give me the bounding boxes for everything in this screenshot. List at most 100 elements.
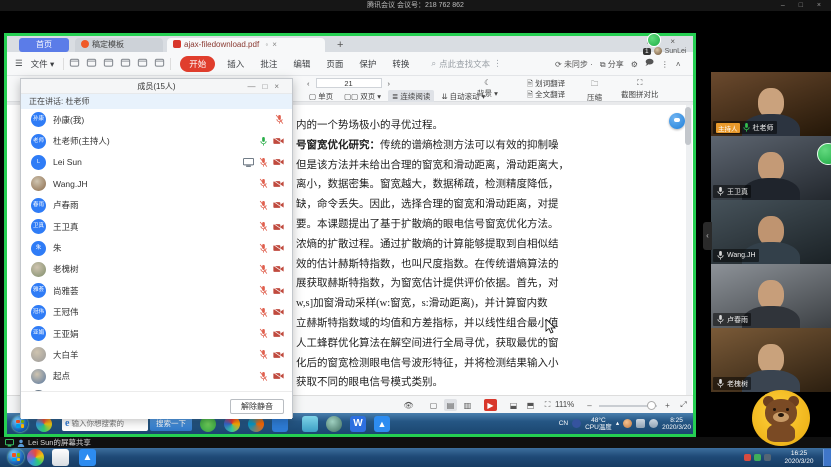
show-desktop-button[interactable] [823,449,831,466]
vip-badge-icon[interactable] [647,33,661,47]
member-row[interactable]: 雅荟 尚雅荟 [21,280,292,301]
panel-window-controls[interactable]: —□× [247,79,286,94]
account-chip[interactable]: 1 SunLei [643,47,686,55]
pdf-text-line: 号窗宽优化研究：传统的谱熵检测方法可以有效的抑制噪 [296,137,559,152]
collapse-toolbar-icon[interactable]: ˄ [676,60,681,69]
prev-page-icon[interactable]: ‹ [307,79,310,88]
continuous-layout-icon[interactable]: ▤ [444,399,457,411]
member-row[interactable]: 亚娟 王亚娟 [21,323,292,344]
folder-icon[interactable] [69,57,80,70]
redo-icon[interactable] [137,57,148,70]
volume-tray-icon[interactable] [649,419,658,428]
ime-indicator[interactable]: CN [559,420,568,427]
video-thumbnail[interactable]: 主持人 杜老师 [711,72,831,136]
tray-icon-gray[interactable] [764,454,771,461]
tab-close-icon[interactable]: × [272,40,277,49]
local-clock[interactable]: 16:252020/3/20 [776,450,822,465]
menu-protect[interactable]: 保护 [351,58,384,70]
refresh-icon[interactable] [154,57,165,70]
video-thumbnail[interactable]: 王卫真 [711,136,831,200]
member-row[interactable]: 冠伟 王冠伟 [21,302,292,323]
fullscreen-icon[interactable]: ⛶ [541,399,554,411]
page-number-input[interactable]: 21 [316,78,382,88]
fit-width-icon[interactable]: ⬓ [507,399,520,411]
local-start-button[interactable] [8,449,24,465]
comment-icon[interactable]: 🗩 [645,57,654,71]
meeting-window-controls[interactable]: – □ × [781,0,827,11]
network-tray-icon[interactable] [636,419,645,428]
compress-button[interactable]: 🗀压缩 [587,78,602,103]
member-row[interactable]: 老师 杜老师(主持人) [21,130,292,151]
new-tab-button[interactable]: + [331,38,349,52]
printer-icon[interactable] [103,57,114,70]
collapse-videos-handle[interactable]: ‹ [703,222,712,250]
assistant-float-button[interactable] [669,113,685,129]
zoom-out-icon[interactable]: – [583,399,596,411]
file-menu[interactable]: 文件 ▾ [27,58,59,70]
tab-pin-icon[interactable]: ◦ [265,40,268,49]
menu-page[interactable]: 页面 [318,58,351,70]
meeting-headset-app-icon[interactable] [326,416,342,432]
single-layout-icon[interactable]: ▢ [427,399,440,411]
tray-icon-green[interactable] [754,454,761,461]
tencent-meeting-taskbar-icon[interactable]: ▲ [79,449,96,466]
pdf-scrollbar-thumb[interactable] [685,107,691,145]
tab-active-pdf[interactable]: ajax-filedownload.pdf ◦× [167,38,325,52]
folder-app-icon[interactable] [302,416,318,432]
eye-protect-icon[interactable]: 👁 [402,399,415,411]
member-row[interactable]: 起点 [21,366,292,387]
expand-icon[interactable]: ⤢ [677,399,690,411]
zoom-in-icon[interactable]: + [661,399,674,411]
word-translate-button[interactable]: 🖹 划词翻译 [527,78,565,89]
tray-icon-blue[interactable] [572,419,581,428]
menu-convert[interactable]: 转换 [384,58,417,70]
member-row[interactable]: L Lei Sun [21,152,292,173]
zoom-slider-knob[interactable] [647,401,656,410]
pdf-scrollbar[interactable] [686,105,692,398]
tray-expand-icon[interactable]: ▴ [616,420,619,427]
member-row[interactable]: 朱 朱 [21,237,292,258]
tab-home[interactable]: 首页 [19,38,69,52]
double-layout-icon[interactable]: ▥ [461,399,474,411]
more-icon[interactable]: ⋮ [661,60,669,69]
snapshot-compare-button[interactable]: ⛶截图拼对比 [621,78,659,100]
unmute-button[interactable]: 解除静音 [230,399,284,414]
video-thumbnail[interactable]: 老槐树 [711,328,831,392]
window-app-icon[interactable] [52,449,69,466]
colorful-sphere-app-icon[interactable] [27,449,44,466]
play-slideshow-icon[interactable]: ▶ [484,399,497,411]
member-row[interactable]: 孙康 孙康(我) [21,109,292,130]
member-row[interactable]: 大白羊 [21,344,292,365]
save-icon[interactable] [86,57,97,70]
menu-insert[interactable]: 插入 [219,58,252,70]
tab-gaoding[interactable]: 稿定模板 [75,38,163,52]
member-row[interactable]: 卫真 王卫真 [21,216,292,237]
member-avatar [31,369,46,384]
start-tab[interactable]: 开始 [180,56,215,72]
fit-page-icon[interactable]: ⬒ [524,399,537,411]
pdf-text-line: 展获取赫斯特指数，为窗宽估计提供评价依据。首先，对 [296,275,559,290]
menu-annotate[interactable]: 批注 [252,58,285,70]
video-thumbnail[interactable]: 卢春雨 [711,264,831,328]
find-text-button[interactable]: ⌕ 点此查找文本 ⋮ [431,58,501,70]
video-thumbnail[interactable]: Wang.JH [711,200,831,264]
search-input[interactable] [71,419,141,428]
hamburger-icon[interactable]: ☰ [11,58,27,69]
member-row[interactable]: 老槐树 [21,259,292,280]
member-row[interactable]: 春雨 卢春雨 [21,195,292,216]
share-button[interactable]: ⧉ 分享 [600,59,624,70]
undo-icon[interactable] [120,57,131,70]
tray-icon-red[interactable] [744,454,751,461]
menu-edit[interactable]: 编辑 [285,58,318,70]
gear-icon[interactable]: ⚙ [631,60,638,69]
background-button[interactable]: ☾背景 ▾ [477,78,498,99]
member-row[interactable]: Wang.JH [21,173,292,194]
remote-clock[interactable]: 8:252020/3/20 [662,417,691,431]
tencent-meeting-app-icon[interactable]: ▲ [374,416,390,432]
sync-status[interactable]: ⟳ 未同步 · [555,59,593,70]
qq-tray-icon[interactable] [623,419,632,428]
next-page-icon[interactable]: › [388,79,391,88]
more-dots-icon[interactable]: ⋮ [493,58,502,69]
wps-app-icon[interactable]: W [350,416,366,432]
full-translate-button[interactable]: 🗎 全文翻译 [527,89,565,100]
